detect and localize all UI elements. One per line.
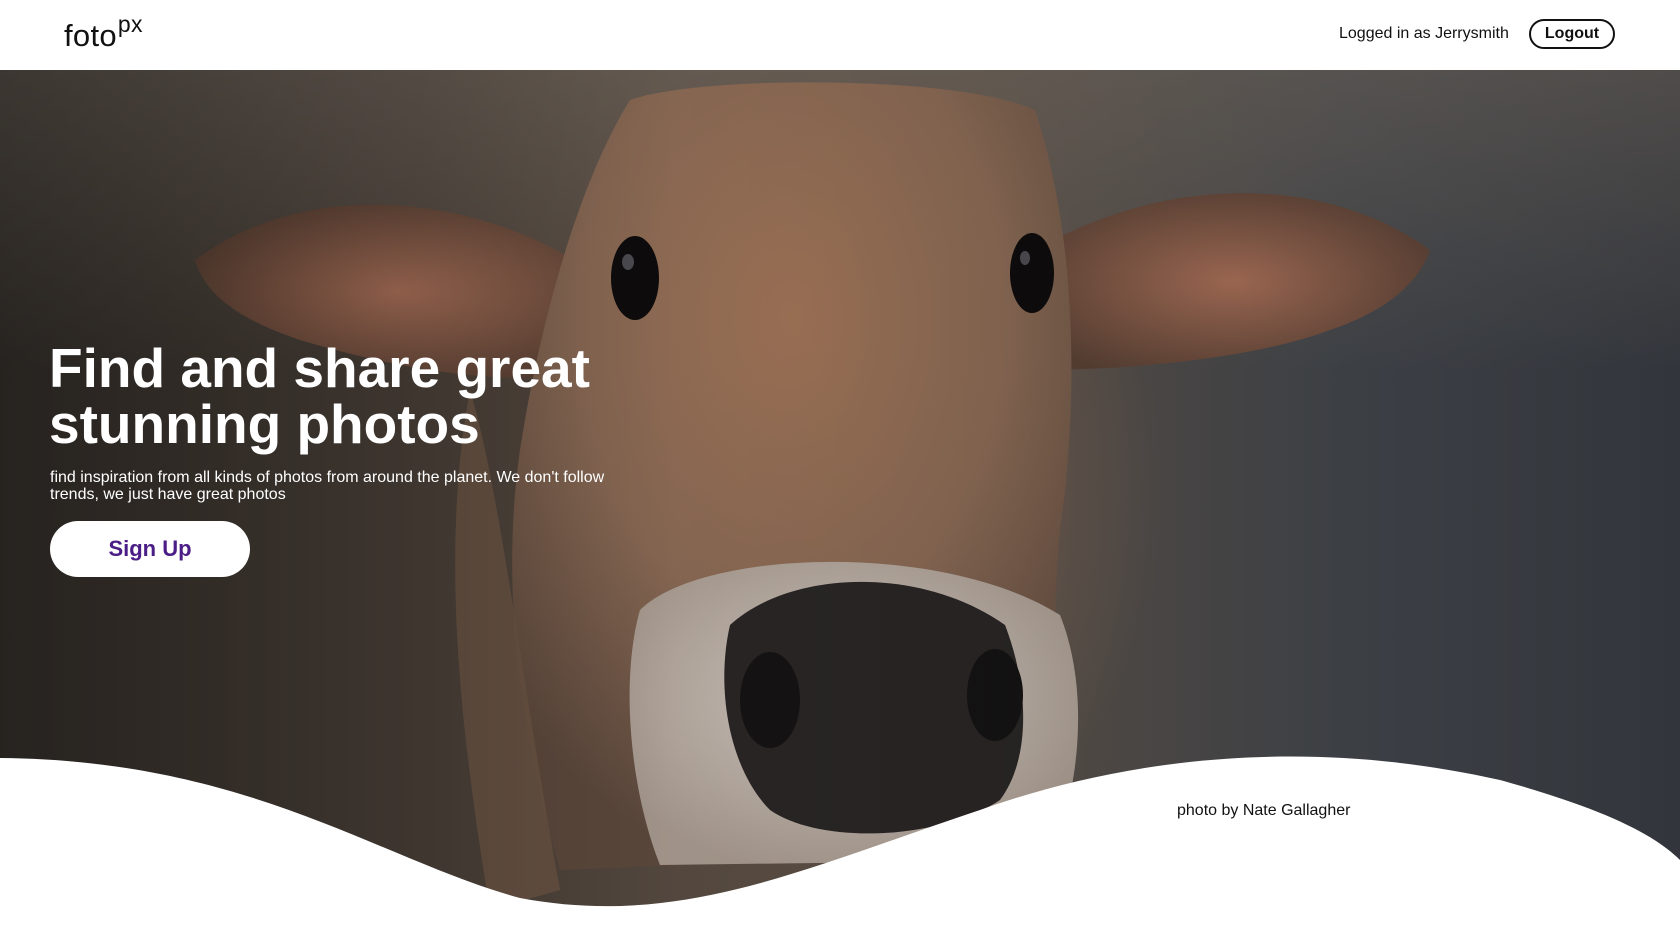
site-logo[interactable]: fotopx <box>64 11 143 54</box>
bottom-wave-divider <box>0 756 1680 943</box>
logged-in-status: Logged in as Jerrysmith <box>1339 25 1509 42</box>
photo-credit: photo by Nate Gallagher <box>1177 802 1351 819</box>
logo-superscript: px <box>117 11 143 37</box>
logo-text: foto <box>64 18 117 53</box>
logout-button[interactable]: Logout <box>1529 19 1615 49</box>
hero-section: Find and share great stunning photos find… <box>0 70 1680 943</box>
top-navbar: fotopx Logged in as Jerrysmith Logout <box>0 0 1680 70</box>
